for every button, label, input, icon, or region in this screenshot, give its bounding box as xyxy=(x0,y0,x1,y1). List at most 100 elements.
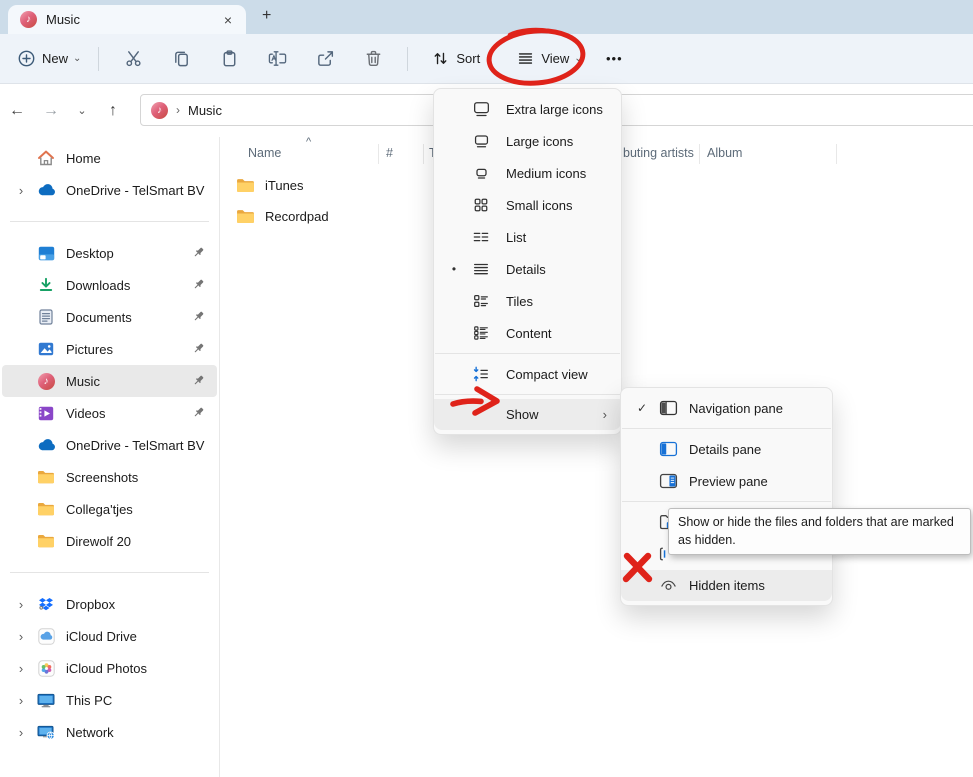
sidebar-item-label: Downloads xyxy=(66,278,130,293)
column-divider[interactable] xyxy=(836,144,837,164)
preview-pane-icon xyxy=(657,473,679,489)
menu-item-show[interactable]: Show › xyxy=(434,399,621,430)
column-divider[interactable] xyxy=(423,144,424,164)
sidebar-item-home[interactable]: Home xyxy=(2,142,217,174)
expand-chevron-icon[interactable]: › xyxy=(12,661,30,676)
folder-icon xyxy=(36,502,56,516)
sidebar-divider xyxy=(10,572,209,573)
submenu-item-preview-pane[interactable]: Preview pane xyxy=(621,465,832,497)
menu-item-content[interactable]: Content xyxy=(434,317,621,349)
cut-button[interactable] xyxy=(109,49,157,68)
folder-icon xyxy=(36,470,56,484)
sidebar-item-onedrive-2[interactable]: OneDrive - TelSmart BV xyxy=(2,429,217,461)
file-explorer-window: ♪ Music × + New ⌄ xyxy=(0,0,973,777)
column-header-album[interactable]: Album xyxy=(707,146,742,160)
folder-icon xyxy=(36,534,56,548)
chevron-down-icon: ⌄ xyxy=(574,53,582,64)
folder-icon xyxy=(236,178,255,193)
breadcrumb-chevron-icon: › xyxy=(176,103,180,117)
menu-item-medium-icons[interactable]: Medium icons xyxy=(434,157,621,189)
sidebar-item-label: Pictures xyxy=(66,342,113,357)
sidebar-item-videos[interactable]: Videos xyxy=(2,397,217,429)
sidebar-item-label: Network xyxy=(66,725,114,740)
sidebar-item-pictures[interactable]: Pictures xyxy=(2,333,217,365)
column-divider[interactable] xyxy=(378,144,379,164)
sidebar-item-downloads[interactable]: Downloads xyxy=(2,269,217,301)
sidebar-item-onedrive[interactable]: › OneDrive - TelSmart BV xyxy=(2,174,217,206)
share-button[interactable] xyxy=(301,49,349,68)
submenu-item-label: Preview pane xyxy=(689,474,768,489)
menu-divider xyxy=(622,428,831,429)
sidebar-item-collegatjes[interactable]: Collega'tjes xyxy=(2,493,217,525)
menu-item-details[interactable]: • Details xyxy=(434,253,621,285)
view-button[interactable]: View ⌄ xyxy=(510,50,590,67)
menu-item-label: Medium icons xyxy=(506,166,586,181)
selected-bullet-icon: • xyxy=(446,262,462,276)
show-submenu: ✓ Navigation pane Details pane Preview p… xyxy=(620,387,833,606)
expand-chevron-icon[interactable]: › xyxy=(12,183,30,198)
menu-item-large-icons[interactable]: Large icons xyxy=(434,125,621,157)
sidebar-item-dropbox[interactable]: › Dropbox xyxy=(2,588,217,620)
sidebar-item-desktop[interactable]: Desktop xyxy=(2,237,217,269)
expand-chevron-icon[interactable]: › xyxy=(12,629,30,644)
back-button[interactable]: ← xyxy=(0,102,34,120)
chevron-down-icon: ⌄ xyxy=(73,53,81,64)
sort-arrows-icon xyxy=(432,50,449,67)
menu-item-label: Tiles xyxy=(506,294,533,309)
menu-item-label: Compact view xyxy=(506,367,588,382)
sidebar-item-label: Screenshots xyxy=(66,470,138,485)
sort-button[interactable]: Sort ⌄ xyxy=(424,50,502,67)
recent-locations-button[interactable]: ⌄ xyxy=(68,104,96,117)
menu-item-label: Small icons xyxy=(506,198,572,213)
menu-item-label: Extra large icons xyxy=(506,102,603,117)
sidebar-item-icloud-photos[interactable]: › iCloud Photos xyxy=(2,652,217,684)
column-header-name[interactable]: Name xyxy=(248,146,281,160)
sidebar-item-documents[interactable]: Documents xyxy=(2,301,217,333)
desktop-icon xyxy=(36,246,56,261)
menu-item-extra-large-icons[interactable]: Extra large icons xyxy=(434,93,621,125)
large-icons-icon xyxy=(470,132,492,150)
rename-button[interactable] xyxy=(253,49,301,68)
tab-bar: ♪ Music × + xyxy=(0,0,973,34)
new-tab-button[interactable]: + xyxy=(262,7,271,25)
sidebar-item-label: OneDrive - TelSmart BV xyxy=(66,438,204,453)
paste-button[interactable] xyxy=(205,49,253,68)
sidebar-item-direwolf-20[interactable]: Direwolf 20 xyxy=(2,525,217,557)
menu-item-label: List xyxy=(506,230,526,245)
submenu-chevron-icon: › xyxy=(603,407,607,422)
menu-item-small-icons[interactable]: Small icons xyxy=(434,189,621,221)
tiles-icon xyxy=(470,292,492,310)
expand-chevron-icon[interactable]: › xyxy=(12,725,30,740)
icloud-photos-icon xyxy=(36,660,56,677)
sidebar-item-screenshots[interactable]: Screenshots xyxy=(2,461,217,493)
expand-chevron-icon[interactable]: › xyxy=(12,693,30,708)
folder-icon xyxy=(236,209,255,224)
submenu-item-navigation-pane[interactable]: ✓ Navigation pane xyxy=(621,392,832,424)
up-button[interactable]: ↑ xyxy=(96,102,130,120)
sidebar-divider xyxy=(10,221,209,222)
sidebar-item-this-pc[interactable]: › This PC xyxy=(2,684,217,716)
column-header-number[interactable]: # xyxy=(386,146,393,160)
sidebar-item-icloud-drive[interactable]: › iCloud Drive xyxy=(2,620,217,652)
forward-button[interactable]: → xyxy=(34,102,68,120)
sidebar-item-label: Collega'tjes xyxy=(66,502,133,517)
navigation-pane: Home › OneDrive - TelSmart BV Desktop xyxy=(0,137,220,777)
sidebar-item-music[interactable]: ♪ Music xyxy=(2,365,217,397)
sidebar-item-network[interactable]: › Network xyxy=(2,716,217,748)
new-button[interactable]: New ⌄ xyxy=(18,50,88,67)
close-tab-icon[interactable]: × xyxy=(220,12,236,28)
menu-item-compact-view[interactable]: Compact view xyxy=(434,358,621,390)
column-header-contributing-artists[interactable]: buting artists xyxy=(623,146,694,160)
menu-item-list[interactable]: List xyxy=(434,221,621,253)
delete-button[interactable] xyxy=(349,49,397,68)
view-label: View xyxy=(541,51,569,66)
submenu-item-hidden-items[interactable]: Hidden items xyxy=(621,570,832,601)
copy-button[interactable] xyxy=(157,49,205,68)
submenu-item-details-pane[interactable]: Details pane xyxy=(621,433,832,465)
tab-music[interactable]: ♪ Music × xyxy=(8,5,246,34)
more-options-button[interactable]: ••• xyxy=(606,51,623,66)
column-divider[interactable] xyxy=(699,144,700,164)
breadcrumb[interactable]: Music xyxy=(188,103,222,118)
expand-chevron-icon[interactable]: › xyxy=(12,597,30,612)
menu-item-tiles[interactable]: Tiles xyxy=(434,285,621,317)
